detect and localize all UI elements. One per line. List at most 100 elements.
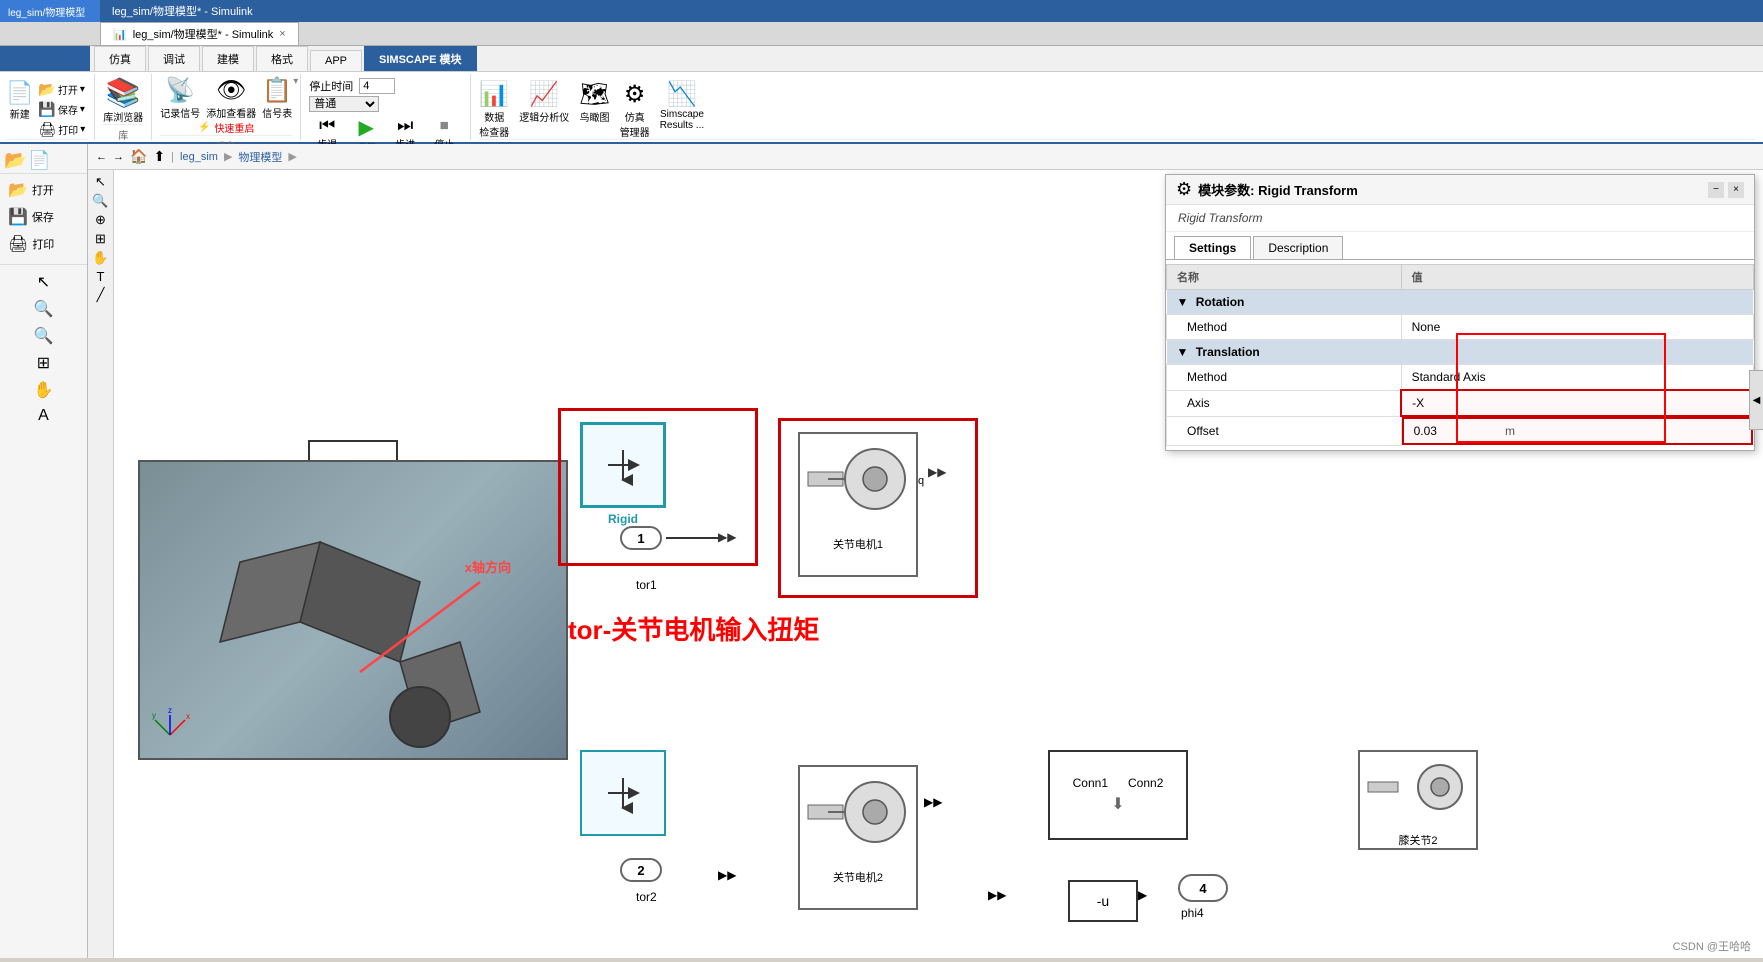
library-browser-btn[interactable]: 📚 库浏览器: [103, 76, 143, 124]
sidebar-new-btn[interactable]: 📄: [28, 150, 50, 171]
neg-u-label: -u: [1097, 893, 1109, 909]
panel-collapse-handle[interactable]: ◀: [1749, 370, 1763, 430]
simscape-results-btn[interactable]: 📉 SimscapeResults ...: [660, 80, 704, 131]
svg-text:x: x: [186, 712, 190, 721]
zoom-out-tool[interactable]: 🔍: [0, 323, 87, 349]
circle-block-1[interactable]: 1: [620, 526, 662, 550]
neg-u-block[interactable]: -u: [1068, 880, 1138, 922]
breadcrumb-model[interactable]: 物理模型: [238, 149, 282, 165]
open-btn[interactable]: 📂打开▾: [35, 80, 88, 99]
tor1-text: tor1: [636, 578, 657, 592]
motor-block-1[interactable]: 关节电机1: [798, 432, 918, 577]
conn-block-arrow: ⬇: [1111, 794, 1124, 814]
motor-block-2[interactable]: 关节电机2: [798, 765, 918, 910]
tool-hand[interactable]: ✋: [92, 250, 108, 266]
panel-tab-settings[interactable]: Settings: [1174, 236, 1251, 259]
mode-select[interactable]: 普通: [309, 96, 379, 112]
panel-title: 模块参数: Rigid Transform: [1198, 180, 1358, 199]
tool-arrow[interactable]: ↖: [95, 174, 106, 190]
document-tabs: 📊 leg_sim/物理模型* - Simulink ×: [0, 22, 1763, 46]
translation-method-value: Standard Axis: [1401, 365, 1753, 391]
ribbon-group-library: 📚 库浏览器 库: [95, 74, 152, 140]
fast-restart-btn[interactable]: ⚡快速重启: [198, 120, 254, 135]
sidebar-file-print[interactable]: 🖨打印: [0, 231, 87, 257]
bird-view-btn[interactable]: 🗺 鸟瞰图: [579, 80, 609, 124]
translation-offset-value[interactable]: 0.03 m: [1402, 417, 1753, 445]
pointer-tool[interactable]: ↖: [0, 269, 87, 295]
rigid-block[interactable]: [580, 422, 666, 508]
svg-text:z: z: [168, 706, 172, 715]
conn-block[interactable]: Conn1 Conn2 ⬇: [1048, 750, 1188, 840]
active-tab[interactable]: 📊 leg_sim/物理模型* - Simulink ×: [100, 22, 299, 45]
tab-format[interactable]: 格式: [256, 46, 308, 71]
ribbon-group-prepare: 📡 记录信号 👁 添加查看器 📋 信号表 ▾ ⚡快速重启 准备: [152, 74, 301, 140]
knee-block[interactable]: 膝关节2: [1358, 750, 1478, 850]
conn1-text: Conn1: [1073, 776, 1108, 790]
phi4-block[interactable]: 4: [1178, 874, 1228, 902]
rigid-block-2[interactable]: [580, 750, 666, 836]
rigid-label[interactable]: Rigid: [608, 512, 638, 526]
tab-modeling[interactable]: 建模: [202, 46, 254, 71]
tool-zoom-in[interactable]: 🔍: [92, 193, 108, 209]
save-btn[interactable]: 💾保存▾: [35, 100, 88, 119]
panel-icon: ⚙: [1176, 179, 1192, 200]
tab-close[interactable]: ×: [279, 28, 285, 40]
translation-section-header[interactable]: ▼ Translation: [1167, 340, 1754, 365]
ribbon-tabs: 仿真 调试 建模 格式 APP SIMSCAPE 模块: [0, 46, 1763, 72]
col-value: 值: [1401, 265, 1753, 290]
tool-text[interactable]: T: [97, 269, 105, 284]
offset-value-text: 0.03: [1414, 424, 1437, 438]
hand-tool[interactable]: ✋: [0, 377, 87, 403]
simulink-canvas[interactable]: ↖ 🔍 ⊕ ⊞ ✋ T ╱ f(x) = 0: [88, 170, 1763, 958]
rotation-section-header[interactable]: ▼ Rotation: [1167, 290, 1754, 315]
translation-axis-value[interactable]: -X: [1401, 390, 1753, 416]
nav-up[interactable]: ⬆: [153, 148, 165, 165]
panel-tab-description[interactable]: Description: [1253, 236, 1343, 259]
arrow-to-neg-u: ▶▶: [988, 888, 1006, 902]
logic-analyzer-btn[interactable]: 📈 逻辑分析仪: [519, 80, 569, 124]
data-inspector-btn[interactable]: 📊 数据检查器: [479, 80, 509, 139]
tab-simscape[interactable]: SIMSCAPE 模块: [364, 46, 477, 71]
add-viewer-btn[interactable]: 👁 添加查看器: [206, 76, 256, 120]
coord-indicator: x y z: [150, 705, 190, 748]
fit-tool[interactable]: ⊞: [0, 350, 87, 376]
sidebar-file-open[interactable]: 📂打开: [0, 177, 87, 203]
circle-block-2[interactable]: 2: [620, 858, 662, 882]
nav-home[interactable]: 🏠: [130, 148, 147, 165]
breadcrumb-legsim[interactable]: leg_sim: [180, 151, 218, 163]
print-btn[interactable]: 🖨打印▾: [35, 120, 88, 139]
signal-table-btn[interactable]: 📋 信号表 ▾: [262, 76, 292, 120]
csdn-watermark: CSDN @王哈哈: [1673, 938, 1751, 954]
tab-app[interactable]: APP: [310, 50, 362, 71]
stop-time-input[interactable]: [359, 78, 395, 94]
panel-close-btn[interactable]: ×: [1728, 182, 1744, 198]
sidebar-open-btn[interactable]: 📂: [4, 150, 26, 171]
nav-back[interactable]: ←: [96, 151, 107, 163]
tab-debug[interactable]: 调试: [148, 46, 200, 71]
record-signal-btn[interactable]: 📡 记录信号: [160, 76, 200, 120]
tab-description-label: Description: [1268, 241, 1328, 255]
tab-icon: 📊: [113, 28, 127, 41]
tool-zoom-out[interactable]: ⊕: [95, 212, 106, 228]
tool-line[interactable]: ╱: [97, 287, 105, 303]
panel-table: 名称 值 ▼ Rotation: [1166, 264, 1754, 446]
new-btn[interactable]: 📄 新建: [6, 80, 33, 121]
panel-minimize-btn[interactable]: −: [1708, 182, 1724, 198]
tab-settings-label: Settings: [1189, 241, 1236, 255]
tor2-text: tor2: [636, 890, 657, 904]
tor1-label: tor1: [636, 578, 657, 592]
left-title-text: leg_sim/物理模型: [8, 4, 85, 19]
x-axis-label: x轴方向: [465, 557, 511, 576]
nav-forward[interactable]: →: [113, 151, 124, 163]
zoom-in-tool[interactable]: 🔍: [0, 296, 87, 322]
tool-fit[interactable]: ⊞: [95, 231, 106, 247]
sim-manager-btn[interactable]: ⚙ 仿真管理器: [620, 80, 650, 139]
ribbon-content: 📄 新建 📂打开▾ 💾保存▾ 🖨打印▾ 文件 📚 库浏览器 库 📡 记录信号: [0, 72, 1763, 144]
main-title-bar: leg_sim/物理模型* - Simulink: [100, 0, 1763, 22]
left-title-bar: leg_sim/物理模型: [0, 0, 100, 22]
x-axis-text: x轴方向: [465, 560, 511, 575]
sidebar-file-save[interactable]: 💾保存: [0, 204, 87, 230]
text-tool[interactable]: A: [0, 404, 87, 428]
tab-simulation[interactable]: 仿真: [94, 46, 146, 71]
annotation-text-content: tor-关节电机输入扭矩: [568, 615, 819, 645]
